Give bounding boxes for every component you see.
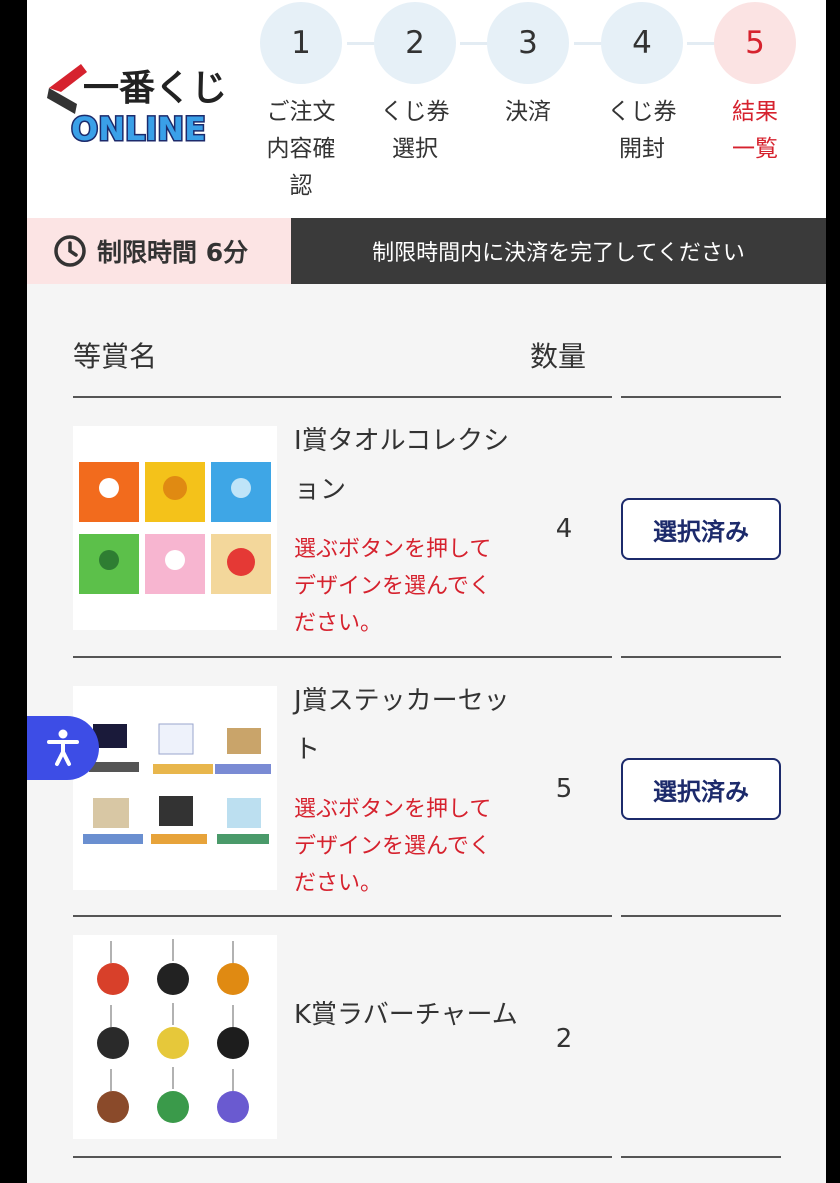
step-number: 4 [601, 2, 683, 84]
divider [515, 1156, 612, 1158]
step-label: 結果 一覧 [732, 99, 778, 162]
step-number: 3 [487, 2, 569, 84]
divider [73, 915, 533, 917]
page: 一番くじ ONLINE 1 ご注文 内容確 認 2 くじ券 選択 3 決済 4 … [27, 0, 826, 1183]
step-1: 1 ご注文 内容確 認 [246, 0, 356, 205]
ichiban-kuji-online-logo[interactable]: 一番くじ ONLINE [47, 58, 231, 150]
prize-quantity: 4 [555, 514, 573, 544]
step-number: 1 [260, 2, 342, 84]
column-header-quantity: 数量 [530, 340, 587, 373]
time-limit-text: 制限時間 6分 [97, 238, 249, 267]
prize-quantity: 2 [555, 1024, 573, 1054]
divider [621, 656, 781, 658]
prize-instruction: 選ぶボタンを押してデザインを選んでください。 [294, 537, 492, 636]
step-label: 決済 [505, 99, 551, 125]
prize-thumbnail-rubber-charm [73, 935, 277, 1139]
divider [73, 396, 533, 398]
step-number: 2 [374, 2, 456, 84]
prize-name: I賞タオルコレクション [294, 426, 510, 505]
prize-quantity: 5 [555, 774, 573, 804]
selected-button[interactable]: 選択済み [621, 498, 781, 560]
step-label: くじ券 選択 [380, 99, 450, 162]
prize-instruction: 選ぶボタンを押してデザインを選んでください。 [294, 797, 492, 896]
step-3: 3 決済 [473, 0, 583, 131]
step-label: くじ券 開封 [607, 99, 677, 162]
step-label: ご注文 内容確 認 [266, 99, 336, 199]
divider [621, 1156, 781, 1158]
prize-name: J賞ステッカーセット [294, 686, 510, 765]
step-2: 2 くじ券 選択 [360, 0, 470, 168]
step-5-active: 5 結果 一覧 [700, 0, 810, 168]
divider [621, 915, 781, 917]
payment-notice: 制限時間内に決済を完了してください [291, 218, 826, 284]
step-4: 4 くじ券 開封 [587, 0, 697, 168]
clock-icon [54, 235, 86, 267]
selected-button[interactable]: 選択済み [621, 758, 781, 820]
divider [73, 656, 533, 658]
column-header-prize-name: 等賞名 [73, 340, 158, 373]
header: 一番くじ ONLINE 1 ご注文 内容確 認 2 くじ券 選択 3 決済 4 … [27, 0, 826, 218]
prize-thumbnail-towel [73, 426, 277, 630]
divider [621, 396, 781, 398]
logo-text-top: 一番くじ [83, 68, 227, 109]
prize-thumbnail-sticker [73, 686, 277, 890]
logo-text-bottom: ONLINE [71, 110, 206, 148]
divider [515, 915, 612, 917]
time-limit-banner: 制限時間 6分 [27, 218, 291, 284]
prize-name: K賞ラバーチャーム [294, 1000, 518, 1030]
divider [515, 656, 612, 658]
accessibility-button[interactable] [27, 716, 99, 780]
divider [515, 396, 612, 398]
step-number: 5 [714, 2, 796, 84]
accessibility-icon [47, 729, 79, 766]
divider [73, 1156, 533, 1158]
